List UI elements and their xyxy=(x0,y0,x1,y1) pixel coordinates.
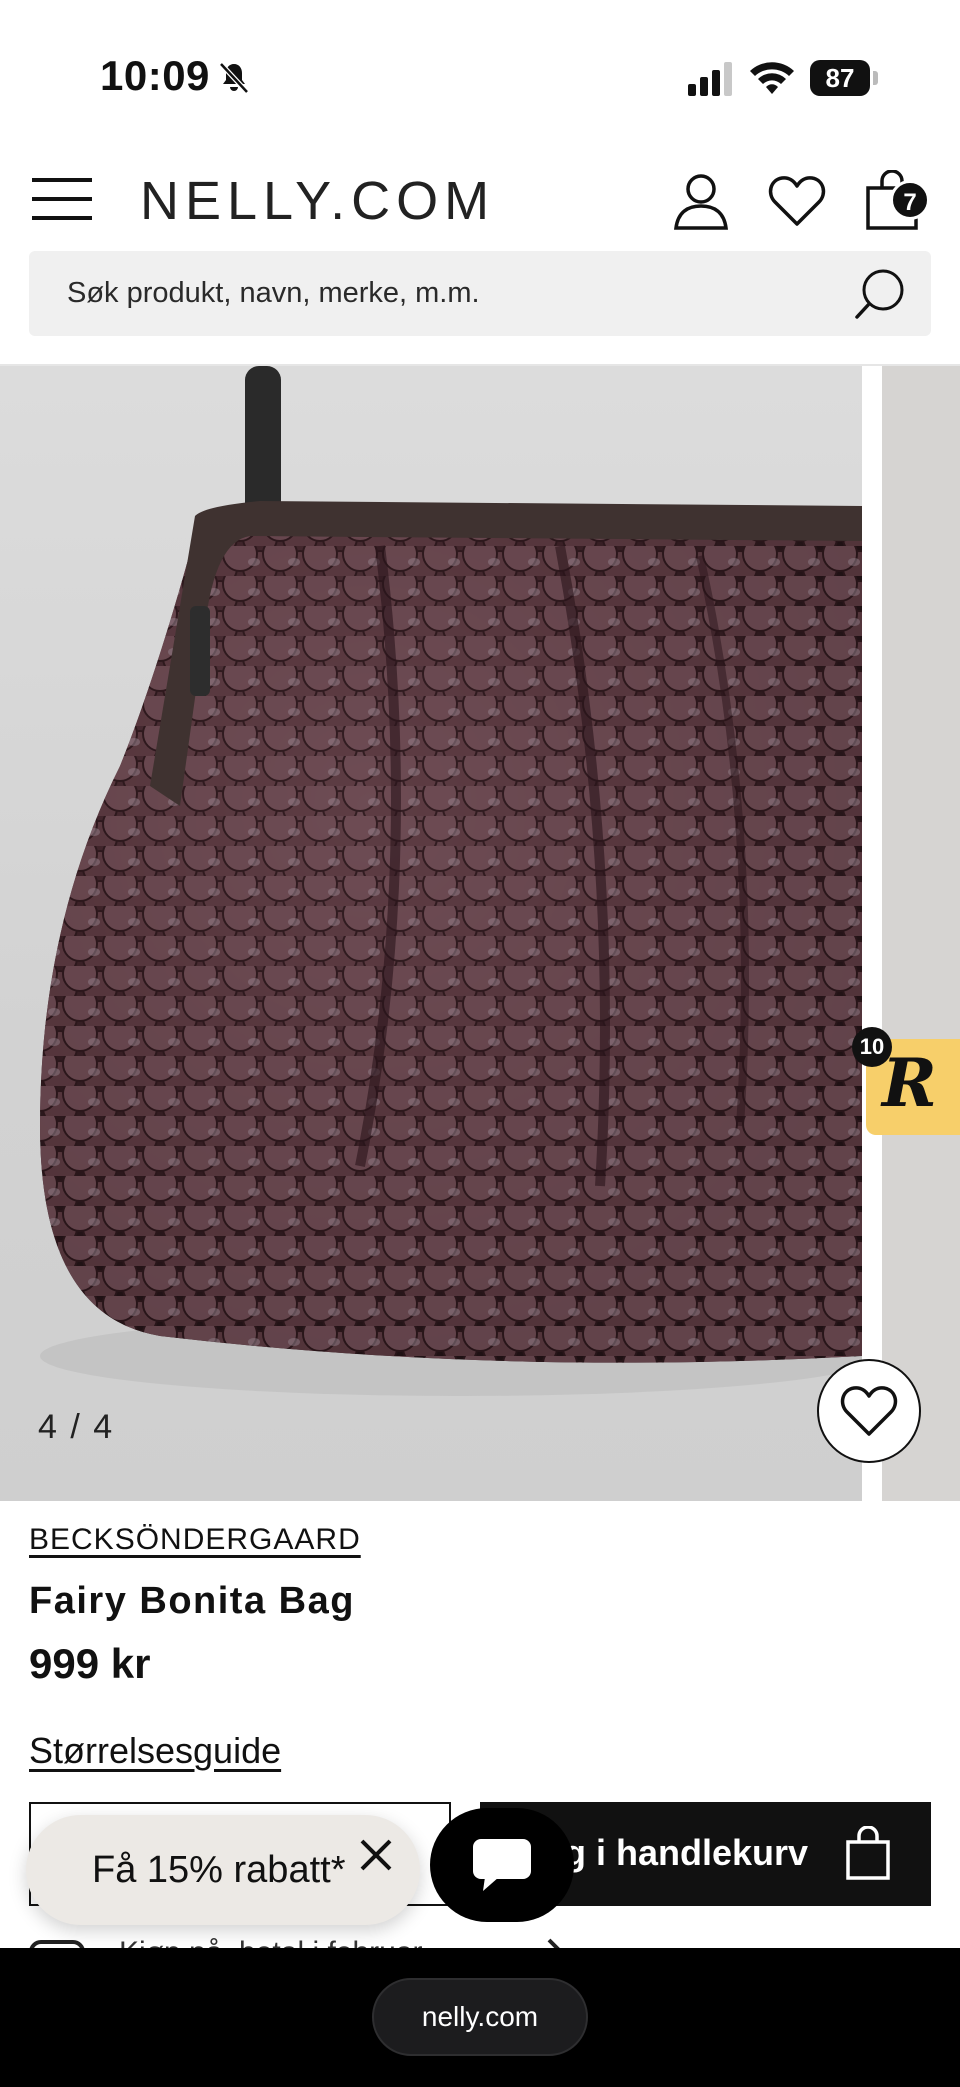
shopping-bag-icon xyxy=(846,1826,890,1880)
site-header: NELLY.COM 7 xyxy=(0,150,960,250)
status-time: 10:09 xyxy=(100,52,210,99)
product-gallery[interactable]: 4 / 4 R 10 xyxy=(0,366,960,1501)
product-name: Fairy Bonita Bag xyxy=(29,1580,355,1622)
reviews-count-badge: 10 xyxy=(852,1027,892,1067)
sequin-bag-illustration xyxy=(40,366,862,1396)
chat-bubble-icon xyxy=(473,1839,531,1891)
search-input[interactable] xyxy=(67,251,827,336)
account-icon[interactable] xyxy=(672,172,730,230)
wifi-icon xyxy=(750,62,794,94)
heart-icon xyxy=(840,1386,898,1436)
search-icon[interactable] xyxy=(853,267,907,321)
heart-icon[interactable] xyxy=(768,174,826,228)
site-logo[interactable]: NELLY.COM xyxy=(140,170,495,232)
close-icon[interactable] xyxy=(356,1835,396,1875)
gallery-pager: 4 / 4 xyxy=(38,1408,115,1446)
cellular-signal-icon xyxy=(688,62,732,96)
chat-button[interactable] xyxy=(430,1808,574,1922)
size-guide-link[interactable]: Størrelsesguide xyxy=(29,1730,281,1772)
product-brand-link[interactable]: BECKSÖNDERGAARD xyxy=(29,1523,361,1557)
browser-url-pill[interactable]: nelly.com xyxy=(372,1978,588,2056)
promo-text: Få 15% rabatt* xyxy=(92,1849,346,1891)
next-product-image[interactable] xyxy=(882,366,960,1501)
search-bar xyxy=(29,251,931,336)
battery-cap xyxy=(873,71,878,85)
battery-icon: 87 xyxy=(810,60,878,96)
product-price: 999 kr xyxy=(29,1640,151,1687)
browser-bottom-bar: nelly.com xyxy=(0,1948,960,2087)
product-image[interactable] xyxy=(0,366,862,1501)
discount-promo-pill[interactable]: Få 15% rabatt* xyxy=(26,1815,420,1925)
battery-level: 87 xyxy=(810,60,870,96)
reviews-logo: R xyxy=(882,1044,937,1122)
favorite-button[interactable] xyxy=(817,1359,921,1463)
cart-count-badge: 7 xyxy=(890,180,930,220)
hamburger-menu-icon[interactable] xyxy=(30,174,94,224)
status-bar: 10:09 87 xyxy=(0,0,960,150)
bell-slash-icon xyxy=(219,62,249,94)
